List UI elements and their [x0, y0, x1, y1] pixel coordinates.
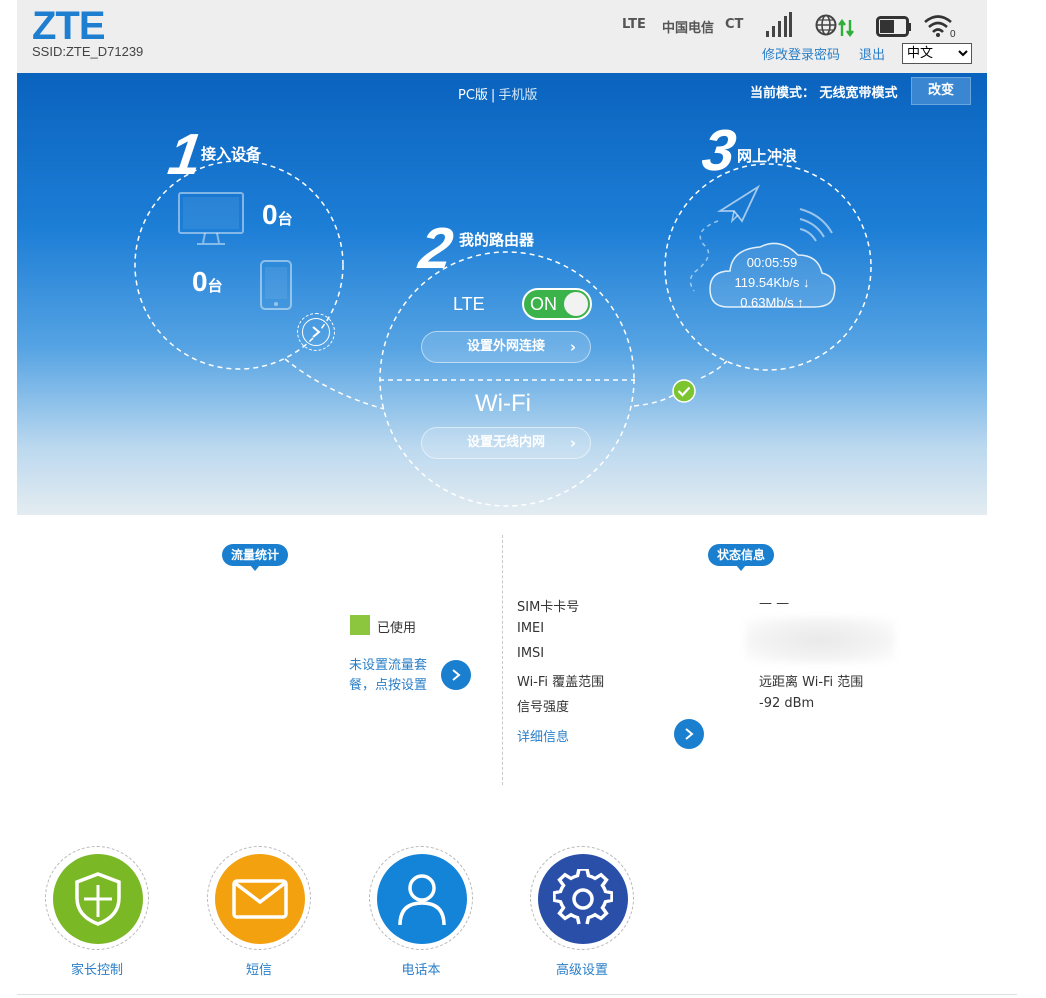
lan-settings-button[interactable]: 设置无线内网 › [421, 427, 591, 459]
sms-button[interactable] [207, 846, 311, 950]
upload-speed: 0.63Mb/s ↑ [740, 295, 804, 310]
operator-code: CT [725, 17, 744, 32]
battery-icon [876, 16, 911, 37]
chevron-right-icon [452, 669, 461, 681]
devices-detail-button[interactable] [297, 313, 335, 351]
traffic-section-title: 流量统计 [222, 544, 289, 571]
step3-title: 网上冲浪 [737, 147, 798, 165]
status-section-title: 状态信息 [708, 544, 775, 571]
internet-connected-icon [815, 14, 854, 37]
change-password-link[interactable]: 修改登录密码 [762, 44, 840, 63]
redacted-identifiers [745, 617, 895, 663]
mobile-count-value: 0 [192, 266, 208, 297]
step1-title: 接入设备 [201, 145, 262, 163]
mobile-count-unit: 台 [207, 278, 223, 295]
wan-settings-button[interactable]: 设置外网连接 › [421, 331, 591, 363]
svg-text:0: 0 [950, 29, 956, 38]
wifi-icon: 0 [924, 15, 956, 38]
pc-device-count: 0台 [262, 199, 293, 231]
phonebook-button[interactable] [369, 846, 473, 950]
signal-strength-label: 信号强度 [517, 700, 570, 715]
lan-settings-label: 设置无线内网 [466, 435, 545, 450]
advanced-settings-button[interactable] [530, 846, 634, 950]
section-divider [502, 535, 503, 785]
toggle-state: ON [530, 294, 557, 314]
gear-icon [553, 869, 613, 925]
signal-strength-value: -92 dBm [759, 696, 815, 711]
wifi-coverage-value: 远距离 Wi-Fi 范围 [759, 675, 864, 690]
logout-link[interactable]: 退出 [859, 44, 885, 63]
phone-icon [260, 260, 292, 310]
phonebook-label[interactable]: 电话本 [361, 959, 481, 978]
chevron-right-icon [302, 318, 330, 346]
chevron-right-icon: › [569, 338, 576, 356]
parental-control-label[interactable]: 家长控制 [37, 959, 157, 978]
phonebook-circle [377, 854, 467, 944]
details-link[interactable]: 详细信息 [517, 726, 569, 745]
sim-number-value: — — [759, 596, 790, 611]
parental-control-button[interactable] [45, 846, 149, 950]
sim-number-label: SIM卡卡号 [517, 600, 580, 615]
hero-panel: PC版|手机版 当前模式： 无线宽带模式 改变 1 接入设备 0台 0台 2 [17, 73, 987, 515]
advanced-settings-label[interactable]: 高级设置 [522, 959, 642, 978]
pc-count-unit: 台 [277, 211, 293, 228]
network-type: LTE [622, 17, 646, 32]
download-speed: 119.54Kb/s ↓ [734, 275, 810, 290]
parental-control-circle [53, 854, 143, 944]
toggle-knob [564, 292, 588, 316]
person-icon [398, 874, 446, 926]
shield-icon [75, 872, 121, 926]
language-select[interactable]: 中文 [902, 43, 972, 64]
wan-settings-label: 设置外网连接 [466, 339, 545, 354]
sms-label[interactable]: 短信 [199, 959, 319, 978]
footer-divider [17, 994, 1017, 995]
used-legend-swatch [350, 615, 370, 635]
set-data-plan-link[interactable]: 未设置流量套餐，点按设置 [349, 656, 444, 696]
connection-duration: 00:05:59 [746, 255, 798, 270]
imei-label: IMEI [517, 621, 545, 636]
lte-toggle[interactable]: ON [522, 288, 592, 320]
operator-name: 中国电信 [662, 21, 715, 36]
ssid-label: SSID:ZTE_D71239 [32, 44, 144, 59]
step2-title: 我的路由器 [459, 231, 535, 249]
lte-label: LTE [453, 294, 485, 314]
computer-icon [178, 192, 244, 245]
top-header: ZTE SSID:ZTE_D71239 LTE 中国电信 CT 0 修改登录密码… [17, 0, 987, 73]
chevron-right-icon [685, 728, 694, 740]
sms-circle [215, 854, 305, 944]
zte-logo: ZTE [32, 4, 106, 48]
mobile-device-count: 0台 [192, 266, 223, 298]
imsi-label: IMSI [517, 646, 545, 661]
signal-strength-icon [766, 12, 792, 37]
chevron-right-icon: › [569, 434, 576, 452]
pc-count-value: 0 [262, 199, 278, 230]
connected-check-icon [672, 379, 696, 403]
advanced-settings-circle [538, 854, 628, 944]
set-data-plan-button[interactable] [441, 660, 471, 690]
used-legend-label: 已使用 [377, 621, 417, 636]
wifi-coverage-label: Wi-Fi 覆盖范围 [517, 675, 605, 690]
envelope-icon [232, 879, 288, 919]
wifi-label: Wi-Fi [475, 390, 531, 417]
details-button[interactable] [674, 719, 704, 749]
